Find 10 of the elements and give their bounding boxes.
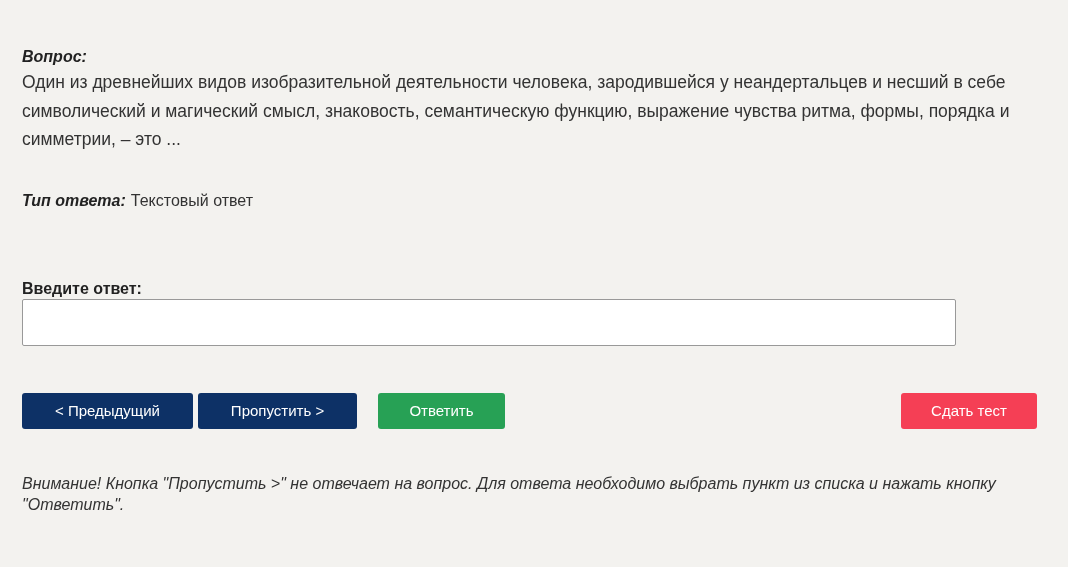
answer-type-label: Тип ответа:	[22, 191, 126, 209]
answer-label: Введите ответ:	[22, 279, 143, 298]
nav-button[interactable]: Пропустить >	[198, 392, 357, 429]
nav-button[interactable]: < Предыдущий	[22, 392, 193, 429]
notice-text: Внимание! Кнопка "Пропустить >" не отвечает на вопрос. Для ответа необходимо выбрать пункт из списка и нажать кнопку "Ответить".	[22, 473, 998, 515]
answer-input-field[interactable]	[22, 298, 956, 346]
question-label: Вопрос:	[22, 48, 88, 66]
question-text: Один из древнейших видов изобразительной деятельности человека, зародившейся у неандертальцев и несший в себе символический и магический смысл, знаковость, семантическую функцию, выражение чувства ритма, формы, порядка и симметрии, – это ...	[22, 71, 1011, 151]
submit-test-button[interactable]: Сдать тест	[901, 392, 1037, 429]
answer-type-value: Текстовый ответ	[130, 191, 254, 209]
